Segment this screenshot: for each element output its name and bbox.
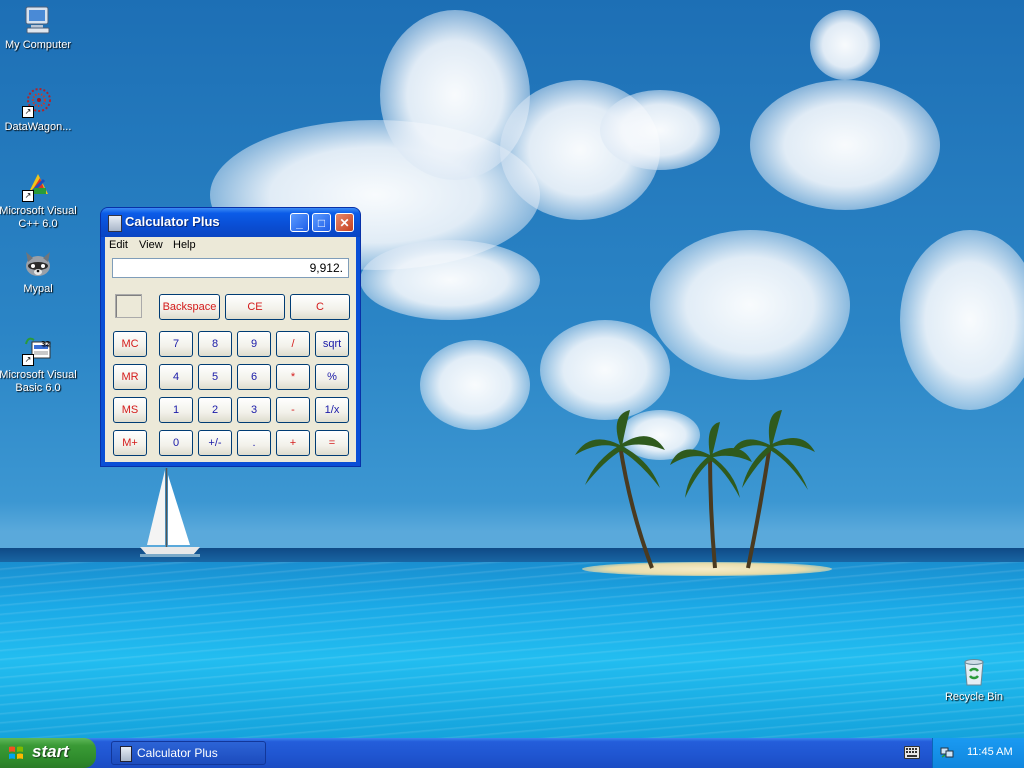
sailboat xyxy=(140,468,200,557)
cloud xyxy=(600,90,720,170)
digit-7-button[interactable]: 7 xyxy=(159,331,193,357)
minimize-button[interactable]: _ xyxy=(290,213,309,232)
desktop-icon-recycle-bin[interactable]: Recycle Bin xyxy=(934,656,1014,704)
equals-button[interactable]: = xyxy=(315,430,349,456)
subtract-button[interactable]: - xyxy=(276,397,310,423)
digit-4-button[interactable]: 4 xyxy=(159,364,193,390)
taskbar-item-label: Calculator Plus xyxy=(137,746,218,760)
calculator-body: Edit View Help 9,912. Backspace CE C MC … xyxy=(105,237,356,462)
calculator-window: Calculator Plus _ □ ✕ Edit View Help 9,9… xyxy=(101,208,360,466)
decimal-point-button[interactable]: . xyxy=(237,430,271,456)
digit-9-button[interactable]: 9 xyxy=(237,331,271,357)
memory-store-button[interactable]: MS xyxy=(113,397,147,423)
network-icon[interactable] xyxy=(940,745,954,759)
desktop-icon-mypal[interactable]: Mypal xyxy=(0,248,78,296)
menu-bar: Edit View Help xyxy=(105,237,356,253)
menu-view[interactable]: View xyxy=(139,239,163,251)
start-button[interactable]: start xyxy=(0,738,96,768)
svg-text:32: 32 xyxy=(41,340,50,348)
memory-clear-button[interactable]: MC xyxy=(113,331,147,357)
shortcut-arrow-icon: ↗ xyxy=(22,354,34,366)
digit-0-button[interactable]: 0 xyxy=(159,430,193,456)
maximize-button[interactable]: □ xyxy=(312,213,331,232)
keyboard-icon[interactable] xyxy=(904,746,920,759)
backspace-button[interactable]: Backspace xyxy=(159,294,220,320)
desktop-icon-visual-basic[interactable]: 32 ↗ Microsoft Visual Basic 6.0 xyxy=(0,334,78,395)
desktop-icon-my-computer[interactable]: My Computer xyxy=(0,4,78,52)
desktop-icon-datawagon[interactable]: ↗ DataWagon... xyxy=(0,86,78,134)
calculator-app-icon xyxy=(108,215,122,232)
palm-trees xyxy=(575,410,815,569)
windows-logo-icon xyxy=(9,746,23,759)
shortcut-arrow-icon: ↗ xyxy=(22,190,34,202)
desktop-icon-label: DataWagon... xyxy=(4,121,72,133)
window-titlebar[interactable]: Calculator Plus _ □ ✕ xyxy=(101,208,360,237)
desktop-icon-label: Microsoft Visual C++ 6.0 xyxy=(0,205,77,230)
raccoon-icon xyxy=(22,248,54,280)
visual-cpp-icon: ↗ xyxy=(22,170,54,202)
clear-entry-button[interactable]: CE xyxy=(225,294,285,320)
sea-ripples xyxy=(0,562,1024,738)
calculator-display: 9,912. xyxy=(112,258,349,278)
cloud xyxy=(900,230,1024,410)
sqrt-button[interactable]: sqrt xyxy=(315,331,349,357)
cloud xyxy=(360,240,540,320)
recycle-bin-icon xyxy=(958,656,990,688)
clear-button[interactable]: C xyxy=(290,294,350,320)
system-tray: 11:45 AM xyxy=(932,738,1024,768)
calculator-app-icon xyxy=(120,746,132,762)
shortcut-arrow-icon: ↗ xyxy=(22,106,34,118)
digit-5-button[interactable]: 5 xyxy=(198,364,232,390)
digit-6-button[interactable]: 6 xyxy=(237,364,271,390)
add-button[interactable]: + xyxy=(276,430,310,456)
digit-2-button[interactable]: 2 xyxy=(198,397,232,423)
cloud xyxy=(420,340,530,430)
cloud xyxy=(810,10,880,80)
cloud xyxy=(750,80,940,210)
reciprocal-button[interactable]: 1/x xyxy=(315,397,349,423)
memory-add-button[interactable]: M+ xyxy=(113,430,147,456)
digit-3-button[interactable]: 3 xyxy=(237,397,271,423)
taskbar-item-calculator-plus[interactable]: Calculator Plus xyxy=(111,741,266,765)
computer-icon xyxy=(22,4,54,36)
start-label: start xyxy=(32,742,69,761)
desktop-icon-visual-cpp[interactable]: ↗ Microsoft Visual C++ 6.0 xyxy=(0,170,78,231)
menu-edit[interactable]: Edit xyxy=(109,239,128,251)
memory-recall-button[interactable]: MR xyxy=(113,364,147,390)
memory-indicator xyxy=(115,294,142,318)
clock: 11:45 AM xyxy=(967,746,1013,758)
digit-8-button[interactable]: 8 xyxy=(198,331,232,357)
sign-toggle-button[interactable]: +/- xyxy=(198,430,232,456)
percent-button[interactable]: % xyxy=(315,364,349,390)
desktop-icon-label: My Computer xyxy=(4,39,72,51)
window-title: Calculator Plus xyxy=(125,214,220,229)
menu-help[interactable]: Help xyxy=(173,239,196,251)
visual-basic-icon: 32 ↗ xyxy=(22,334,54,366)
divide-button[interactable]: / xyxy=(276,331,310,357)
close-button[interactable]: ✕ xyxy=(335,213,354,232)
cloud xyxy=(540,320,670,420)
datawagon-icon: ↗ xyxy=(22,86,54,118)
desktop-icon-label: Recycle Bin xyxy=(944,691,1004,703)
desktop-icon-label: Mypal xyxy=(23,283,53,295)
multiply-button[interactable]: * xyxy=(276,364,310,390)
taskbar: start Calculator Plus 11:45 AM xyxy=(0,738,1024,768)
digit-1-button[interactable]: 1 xyxy=(159,397,193,423)
cloud xyxy=(650,230,850,380)
desktop-icon-label: Microsoft Visual Basic 6.0 xyxy=(0,369,77,394)
